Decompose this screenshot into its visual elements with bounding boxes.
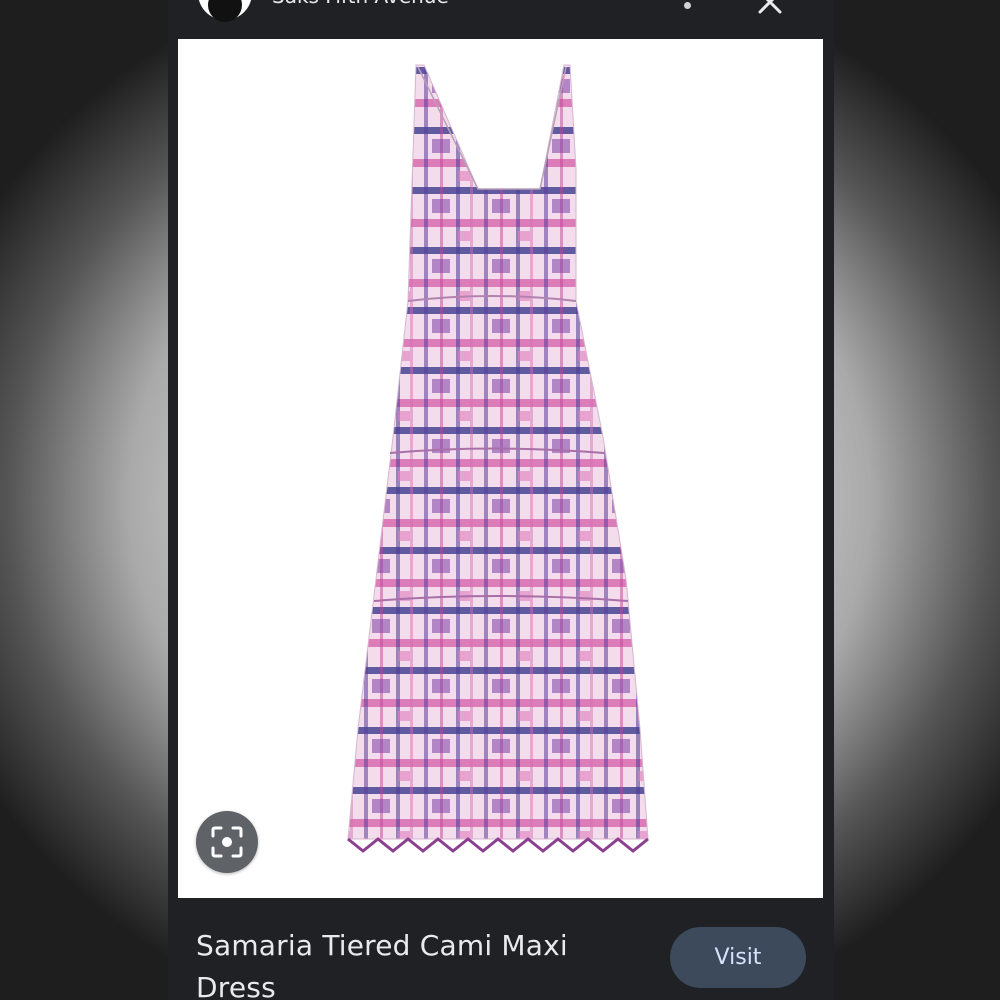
more-options-icon[interactable]	[684, 2, 691, 9]
close-icon[interactable]	[754, 0, 786, 18]
lens-icon	[211, 826, 243, 858]
image-viewer-panel: Saks Fifth Avenue	[168, 0, 834, 1000]
saks-logo-icon	[208, 0, 242, 22]
product-image[interactable]	[178, 39, 823, 898]
source-logo[interactable]	[198, 0, 252, 22]
visit-button[interactable]: Visit	[670, 927, 806, 988]
product-title: Samaria Tiered Cami Maxi Dress	[196, 929, 568, 1000]
viewer-header: Saks Fifth Avenue	[168, 0, 834, 40]
source-name[interactable]: Saks Fifth Avenue	[272, 0, 449, 8]
dress-image	[347, 64, 649, 853]
lens-button[interactable]	[196, 811, 258, 873]
